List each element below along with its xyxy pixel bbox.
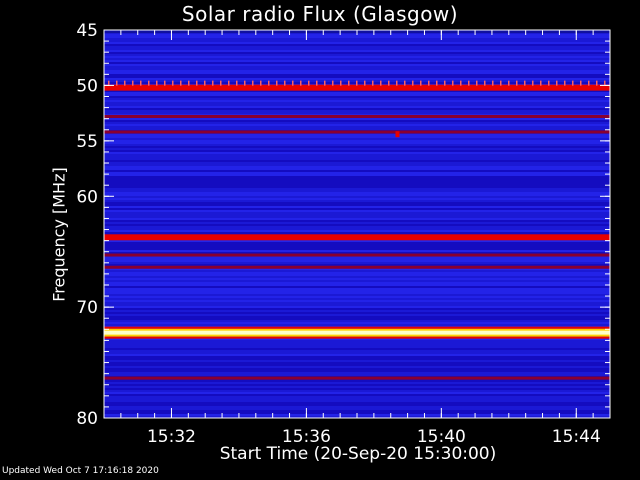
y-tick-label-55: 55	[76, 132, 98, 152]
spectrogram-figure: Solar radio Flux (Glasgow) 45 50 55 60 70 80 1…	[0, 0, 640, 480]
y-tick-label-80: 80	[76, 409, 98, 429]
band-4	[104, 253, 610, 257]
band-1	[104, 114, 610, 118]
y-tick-label-70: 70	[76, 298, 98, 318]
band-2	[104, 130, 610, 134]
band-5	[104, 265, 610, 269]
band-3	[104, 234, 610, 241]
band-7	[104, 376, 610, 380]
y-axis-label: Frequency [MHz]	[49, 167, 69, 302]
updated-timestamp: Updated Wed Oct 7 17:16:18 2020	[2, 466, 159, 476]
y-tick-label-50: 50	[76, 76, 98, 96]
burst-marker	[395, 131, 400, 138]
y-tick-label-60: 60	[76, 187, 98, 207]
spectrogram-plot: 45505560708015:32 15:36 15:40 15:44	[76, 21, 611, 447]
x-axis-label: Start Time (20-Sep-20 15:30:00)	[219, 444, 497, 464]
y-tick-label-45: 45	[76, 21, 98, 41]
